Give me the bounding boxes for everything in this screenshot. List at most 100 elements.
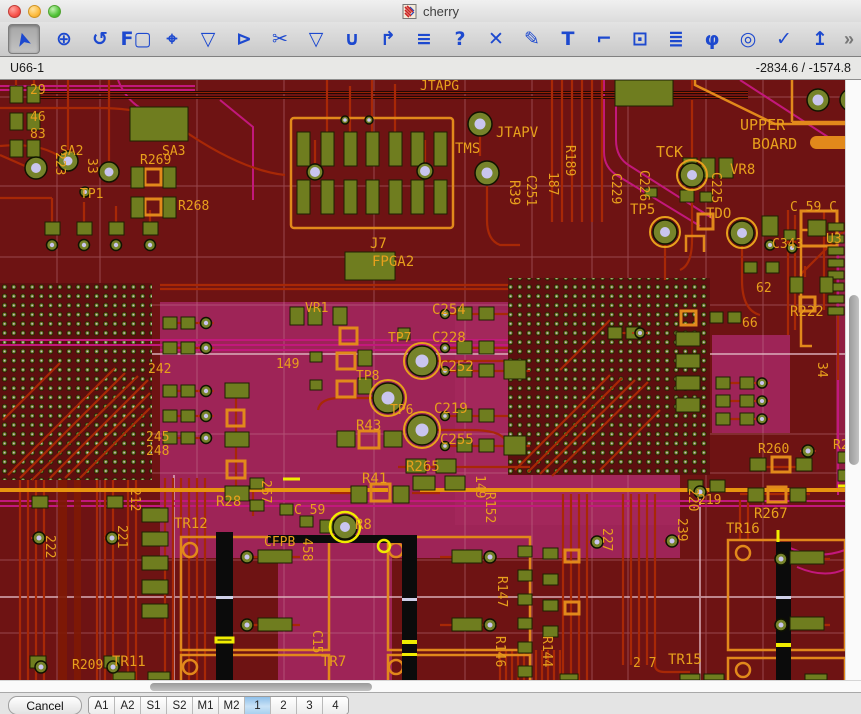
layer-tab-a2[interactable]: A2 [115, 697, 141, 714]
dimension-tool-icon[interactable]: F▢ [124, 25, 148, 53]
via-funnel-tool-icon: ▽ [201, 30, 216, 49]
menu-lines-tool-icon[interactable]: ≡ [412, 25, 436, 53]
delete-tool-icon: ✕ [488, 30, 504, 49]
layer-tab-m1[interactable]: M1 [193, 697, 219, 714]
pcb-label: C343 [772, 237, 803, 252]
app-document-icon [402, 4, 417, 19]
pin-up-tool-icon: ↥ [812, 30, 828, 49]
pcb-label: R269 [140, 153, 171, 168]
pcb-label: 239 [674, 518, 689, 541]
bend-arrow-tool-icon[interactable]: ↱ [376, 25, 400, 53]
pcb-canvas[interactable]: 294683SA2SA3R269R268TP122333JTAPGJTAPVTM… [0, 80, 845, 680]
layer-tab-s2[interactable]: S2 [167, 697, 193, 714]
rows-tool-icon: ≣ [668, 30, 684, 49]
delete-tool-icon[interactable]: ✕ [484, 25, 508, 53]
pcb-label: 66 [742, 316, 758, 331]
zoom-tool-icon: ⊕ [56, 30, 72, 49]
select-tool-icon[interactable]: ➤ [8, 24, 40, 54]
pcb-label: R152 [482, 492, 497, 523]
pcb-label: FPGA2 [372, 254, 414, 270]
layer-tab-a1[interactable]: A1 [89, 697, 115, 714]
key-tool-icon: φ [705, 30, 720, 49]
layer-tab-1[interactable]: 1 [245, 697, 271, 714]
help-tool-icon: ? [454, 30, 465, 49]
check-tool-icon: ✓ [776, 30, 792, 49]
pad-target-tool-icon: ⊡ [632, 30, 648, 49]
pcb-label: TP6 [390, 403, 413, 418]
pcb-label: C251 [523, 175, 538, 206]
layer-tab-s1[interactable]: S1 [141, 697, 167, 714]
text-tool-icon[interactable]: T [556, 25, 580, 53]
zoom-tool-icon[interactable]: ⊕ [52, 25, 76, 53]
pcb-label: 62 [756, 281, 772, 296]
pcb-label: JTAPV [496, 125, 539, 141]
pcb-label: TR15 [668, 652, 702, 668]
dimension-tool-icon: F▢ [121, 30, 152, 49]
corner-tool-icon[interactable]: ⌐ [592, 25, 616, 53]
pcb-label: TR7 [321, 654, 346, 670]
pcb-label: R144 [539, 636, 554, 667]
layer-tab-m2[interactable]: M2 [219, 697, 245, 714]
pcb-label: TP1 [80, 187, 103, 202]
menu-lines-tool-icon: ≡ [416, 30, 432, 49]
pcb-label: 222 [42, 535, 57, 558]
pcb-label: 242 [148, 362, 171, 377]
pcb-label: C228 [432, 330, 466, 346]
rows-tool-icon[interactable]: ≣ [664, 25, 688, 53]
pcb-label: BOARD [752, 135, 797, 153]
layer-tabs: A1A2S1S2M1M21234 [88, 696, 349, 714]
pcb-label: 83 [30, 127, 46, 142]
pcb-label: TMS [455, 141, 480, 157]
route-triangles-tool-icon[interactable]: ⊳ [232, 25, 256, 53]
pcb-label: 33 [84, 158, 99, 174]
via-funnel-tool-icon[interactable]: ▽ [196, 25, 220, 53]
layer-tab-3[interactable]: 3 [297, 697, 323, 714]
pcb-label: 223 [52, 152, 67, 175]
pcb-label: R268 [178, 199, 209, 214]
pcb-label: 187 [545, 172, 560, 195]
check-tool-icon[interactable]: ✓ [772, 25, 796, 53]
vertical-scrollbar[interactable] [845, 80, 861, 680]
pcb-label: R147 [494, 576, 509, 607]
pcb-label: TP5 [630, 202, 655, 218]
snap-point-tool-icon: ⌖ [167, 30, 178, 49]
layer-tab-4[interactable]: 4 [323, 697, 348, 714]
probe-tool-icon[interactable]: ∪ [340, 25, 364, 53]
bullseye-tool-icon[interactable]: ◎ [736, 25, 760, 53]
pcb-label: VR8 [730, 162, 755, 178]
horizontal-scrollbar[interactable] [0, 680, 861, 692]
pencil-tool-icon[interactable]: ✎ [520, 25, 544, 53]
rotate-tool-icon[interactable]: ↺ [88, 25, 112, 53]
pcb-label: C255 [440, 432, 474, 448]
pcb-label: R260 [758, 442, 789, 457]
pcb-label: 220 [685, 488, 700, 511]
pcb-label: C226 [636, 170, 651, 201]
pin-up-tool-icon[interactable]: ↥ [808, 25, 832, 53]
key-tool-icon[interactable]: φ [700, 25, 724, 53]
toolbar-overflow-chevron[interactable]: » [844, 29, 854, 50]
pad-target-tool-icon[interactable]: ⊡ [628, 25, 652, 53]
pcb-label: 212 [127, 488, 142, 511]
cut-tool-icon[interactable]: ✂ [268, 25, 292, 53]
snap-point-tool-icon[interactable]: ⌖ [160, 25, 184, 53]
funnel-add-tool-icon[interactable]: ▽ [304, 25, 328, 53]
pencil-tool-icon: ✎ [524, 30, 540, 49]
pcb-label: R222 [790, 304, 824, 320]
horizontal-scrollbar-thumb[interactable] [150, 683, 372, 691]
pcb-label: J7 [370, 236, 387, 252]
pcb-label: R146 [492, 636, 507, 667]
vertical-scrollbar-thumb[interactable] [849, 295, 859, 465]
help-tool-icon[interactable]: ? [448, 25, 472, 53]
pcb-label: R28 [216, 494, 241, 510]
layer-tab-2[interactable]: 2 [271, 697, 297, 714]
pcb-label: R265 [406, 459, 440, 475]
pcb-label: TP8 [356, 369, 379, 384]
pcb-label: 46 [30, 110, 46, 125]
pcb-label: TP7 [388, 331, 411, 346]
pcb-label: 221 [114, 525, 129, 548]
pcb-label: R43 [356, 418, 381, 434]
pcb-label: C225 [708, 172, 723, 203]
cancel-button[interactable]: Cancel [8, 696, 82, 714]
pcb-label: JTAPG [420, 80, 459, 94]
cursor-coordinates-readout: -2834.6 / -1574.8 [756, 61, 851, 75]
